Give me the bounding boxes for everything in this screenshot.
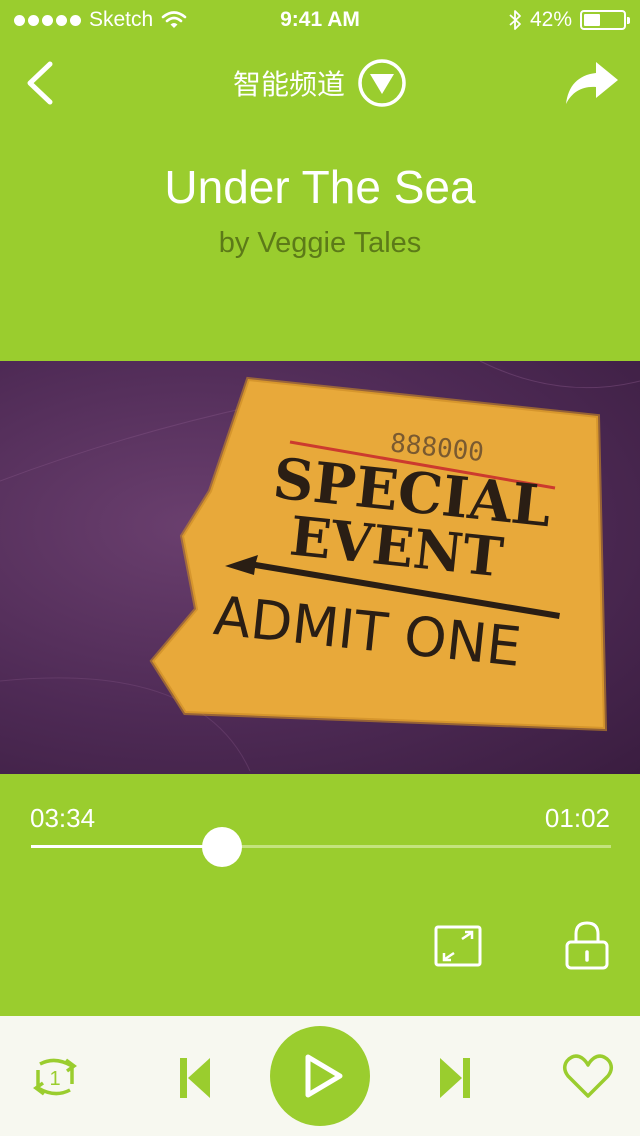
- playback-controls: 1: [0, 1016, 640, 1136]
- repeat-one-icon[interactable]: 1: [26, 1048, 84, 1106]
- status-right: 42%: [508, 8, 630, 32]
- previous-icon[interactable]: [178, 1056, 212, 1100]
- remaining-time: 01:02: [544, 803, 610, 833]
- repeat-count: 1: [49, 1068, 60, 1090]
- channel-title: 智能频道: [232, 69, 345, 100]
- album-art: 888000 SPECIAL EVENT ADMIT ONE: [0, 361, 640, 774]
- song-title: Under The Sea: [164, 161, 476, 213]
- progress-played: [31, 845, 223, 848]
- channel-selector[interactable]: 智能频道: [0, 58, 640, 108]
- battery-fill: [584, 14, 600, 26]
- play-icon: [305, 1054, 343, 1098]
- battery-icon: [580, 10, 630, 30]
- heart-icon[interactable]: [562, 1052, 614, 1100]
- bluetooth-icon: [509, 10, 521, 30]
- song-artist: by Veggie Tales: [218, 227, 422, 259]
- battery-percent: 42%: [529, 8, 572, 31]
- expand-icon[interactable]: [434, 925, 482, 967]
- elapsed-time: 03:34: [30, 803, 96, 833]
- share-icon[interactable]: [564, 60, 620, 106]
- ticket-illustration: 888000 SPECIAL EVENT ADMIT ONE: [0, 361, 640, 772]
- next-icon[interactable]: [438, 1056, 472, 1100]
- dropdown-icon: [358, 59, 406, 107]
- status-bar: Sketch 9:41 AM 42%: [0, 0, 640, 40]
- play-button[interactable]: [270, 1026, 370, 1126]
- progress-track[interactable]: [31, 845, 611, 848]
- lock-icon[interactable]: [564, 920, 610, 970]
